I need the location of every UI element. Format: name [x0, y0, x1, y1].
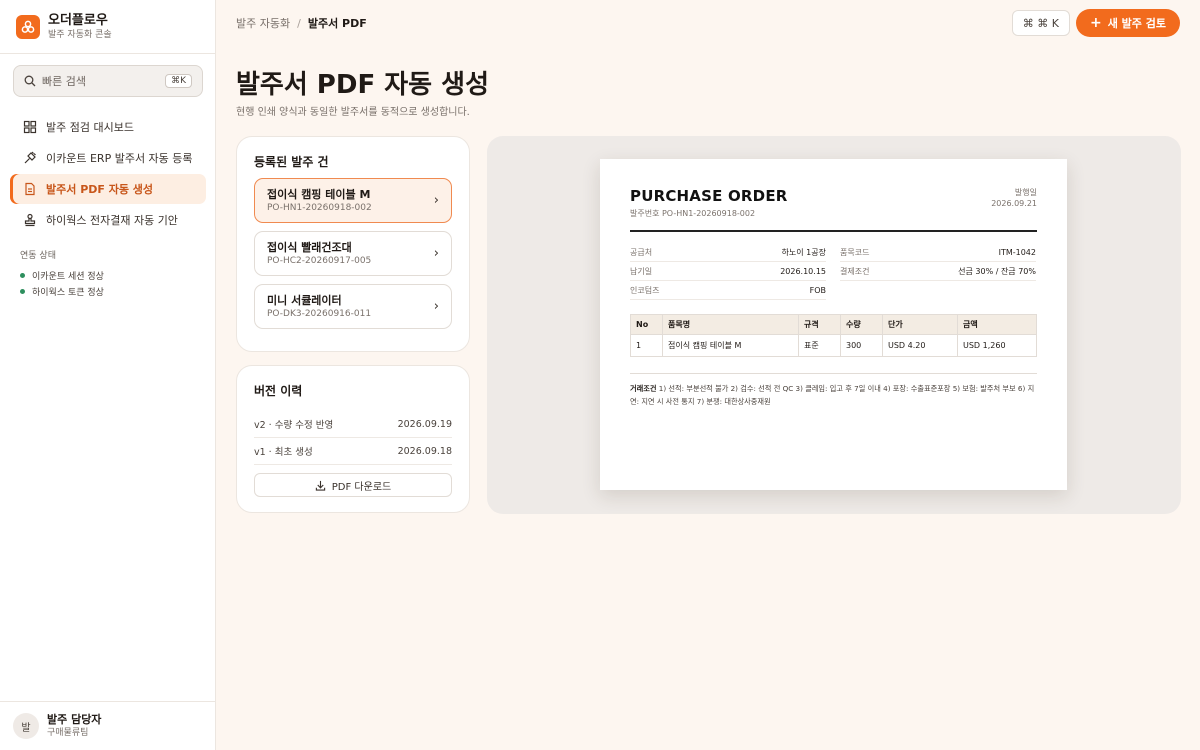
integration-item: 이카운트 세션 정상 [20, 267, 104, 283]
status-dot-icon [20, 288, 25, 294]
sidebar-item-label: 하이웍스 전자결재 자동 기안 [46, 214, 178, 227]
command-palette-button[interactable]: ⌘ ⌘ K [1011, 10, 1070, 36]
history-label: v1 · 최초 생성 [254, 447, 313, 458]
search-shortcut: ⌘K [165, 74, 192, 88]
search-input[interactable]: 빠른 검색 ⌘K [13, 65, 203, 97]
history-card: 버전 이력 v2 · 수량 수정 반영 2026.09.19 v1 · 최초 생… [236, 365, 470, 513]
integration-title: 연동 상태 [20, 251, 56, 261]
table-row: 1 접이식 캠핑 테이블 M 표준 300 USD 4.20 USD 1,260 [630, 334, 1037, 357]
purchase-order-document: PURCHASE ORDER 발주번호 PO-HN1-20260918-002 … [600, 159, 1067, 490]
app-subtitle: 발주 자동화 콘솔 [48, 29, 112, 40]
history-label: v2 · 수량 수정 반영 [254, 420, 334, 431]
order-name: 미니 서큘레이터 [267, 293, 342, 307]
chevron-right-icon: › [433, 299, 439, 314]
avatar: 발 [13, 713, 39, 739]
po-title: PURCHASE ORDER [630, 187, 788, 205]
user-profile[interactable]: 발 발주 담당자 구매물류팀 [0, 701, 216, 750]
chevron-right-icon: › [433, 193, 439, 208]
document-icon [22, 181, 38, 197]
sidebar-nav: 발주 점검 대시보드 이카운트 ERP 발주서 자동 등록 발주서 PDF 자동… [10, 112, 206, 236]
sidebar-item-pdf[interactable]: 발주서 PDF 자동 생성 [10, 174, 206, 204]
po-number: 발주번호 PO-HN1-20260918-002 [630, 209, 756, 218]
search-icon [24, 75, 36, 87]
breadcrumb-parent[interactable]: 발주 자동화 [236, 15, 290, 31]
order-item[interactable]: 미니 서큘레이터 PO-DK3-20260916-011 › [254, 284, 452, 329]
sidebar-item-dashboard[interactable]: 발주 점검 대시보드 [10, 112, 206, 142]
user-team: 구매물류팀 [47, 728, 89, 738]
po-info: 공급처 하노이 1공장 납기일 2026.10.15 인코텀즈 FOB 품목코드 ITM… [630, 243, 1037, 300]
page-title: 발주서 PDF 자동 생성 [236, 70, 489, 100]
sidebar: 오더플로우 발주 자동화 콘솔 빠른 검색 ⌘K 발주 점검 대시보드 이카운트… [0, 0, 216, 750]
po-info-row: 납기일 2026.10.15 [630, 262, 826, 281]
user-name: 발주 담당자 [47, 713, 102, 726]
sidebar-item-ecount[interactable]: 이카운트 ERP 발주서 자동 등록 [10, 143, 206, 173]
history-date: 2026.09.19 [397, 418, 452, 430]
app-name: 오더플로우 [48, 12, 108, 28]
order-item[interactable]: 접이식 빨래건조대 PO-HC2-20260917-005 › [254, 231, 452, 276]
status-dot-icon [20, 272, 25, 278]
pdf-preview: PURCHASE ORDER 발주번호 PO-HN1-20260918-002 … [487, 136, 1181, 514]
po-issue-date: 발행일 2026.09.21 [991, 188, 1037, 208]
po-info-row: 인코텀즈 FOB [630, 281, 826, 300]
order-item[interactable]: 접이식 캠핑 테이블 M PO-HN1-20260918-002 › [254, 178, 452, 223]
download-icon [315, 480, 325, 491]
order-id: PO-HN1-20260918-002 [267, 202, 372, 213]
history-title: 버전 이력 [254, 384, 303, 398]
terms-label: 거래조건 [630, 384, 657, 393]
po-info-row: 결제조건 선금 30% / 잔금 70% [840, 262, 1036, 281]
history-item[interactable]: v2 · 수량 수정 반영 2026.09.19 [254, 411, 452, 438]
history-item[interactable]: v1 · 최초 생성 2026.09.18 [254, 438, 452, 465]
chevron-right-icon: › [433, 246, 439, 261]
divider [630, 230, 1037, 232]
order-name: 접이식 캠핑 테이블 M [267, 187, 371, 201]
page-description: 현행 인쇄 양식과 동일한 발주서를 동적으로 생성합니다. [236, 107, 470, 118]
po-info-row: 품목코드 ITM-1042 [840, 243, 1036, 262]
order-name: 접이식 빨래건조대 [267, 240, 352, 254]
sidebar-item-label: 발주 점검 대시보드 [46, 121, 134, 134]
integration-item: 하이웍스 토큰 정상 [20, 283, 104, 299]
plug-icon [22, 150, 38, 166]
divider [630, 373, 1037, 374]
new-review-button[interactable]: + 새 발주 검토 [1076, 9, 1180, 37]
breadcrumb-current: 발주서 PDF [307, 17, 367, 30]
po-info-row: 공급처 하노이 1공장 [630, 243, 826, 262]
orders-title: 등록된 발주 건 [254, 155, 329, 169]
pdf-download-label: PDF 다운로드 [331, 481, 392, 493]
breadcrumb: 발주 자동화 / 발주서 PDF [236, 15, 367, 31]
table-header-row: No 품목명 규격 수량 단가 금액 [630, 314, 1037, 335]
terms-text: 1) 선적: 부분선적 불가 2) 검수: 선적 전 QC 3) 클레임: 입고… [630, 384, 1035, 406]
pdf-download-button[interactable]: PDF 다운로드 [254, 473, 452, 497]
brand[interactable]: 오더플로우 발주 자동화 콘솔 [0, 0, 215, 54]
plus-icon: + [1090, 15, 1102, 31]
stamp-icon [22, 212, 38, 228]
orders-card: 등록된 발주 건 접이식 캠핑 테이블 M PO-HN1-20260918-00… [236, 136, 470, 352]
logo-icon [16, 14, 40, 39]
new-review-label: 새 발주 검토 [1107, 17, 1166, 30]
order-id: PO-HC2-20260917-005 [267, 255, 372, 266]
topbar: 발주 자동화 / 발주서 PDF ⌘ ⌘ K + 새 발주 검토 [216, 0, 1200, 46]
sidebar-item-label: 발주서 PDF 자동 생성 [46, 183, 154, 196]
sidebar-item-hiworks[interactable]: 하이웍스 전자결재 자동 기안 [10, 205, 206, 235]
sidebar-item-label: 이카운트 ERP 발주서 자동 등록 [46, 152, 193, 165]
integration-status: 연동 상태 이카운트 세션 정상 하이웍스 토큰 정상 [20, 248, 104, 299]
order-id: PO-DK3-20260916-011 [267, 308, 372, 319]
search-placeholder: 빠른 검색 [42, 75, 86, 88]
history-date: 2026.09.18 [397, 445, 452, 457]
po-terms: 거래조건 1) 선적: 부분선적 불가 2) 검수: 선적 전 QC 3) 클레… [630, 382, 1037, 408]
po-items-table: No 품목명 규격 수량 단가 금액 1 접이식 캠핑 테이블 M 표준 300… [630, 314, 1037, 357]
grid-icon [22, 119, 38, 135]
breadcrumb-separator: / [297, 16, 301, 30]
